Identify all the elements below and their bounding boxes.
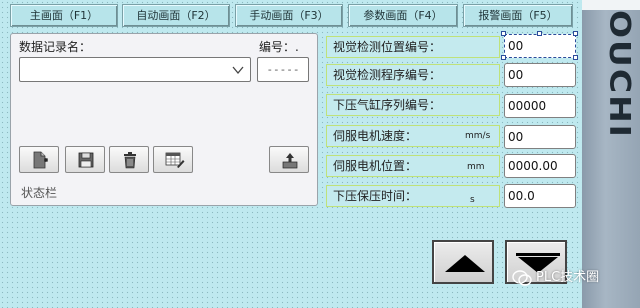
cylinder-sequence-field[interactable]: 00000 [504, 94, 576, 118]
upload-icon [282, 153, 298, 169]
edit-table-icon [165, 152, 185, 168]
servo-speed-field[interactable]: 00 [504, 125, 576, 149]
save-icon [78, 152, 94, 168]
edit-table-button[interactable] [153, 146, 193, 173]
param-label-vision-program: 视觉检测程序编号： [326, 64, 500, 86]
selection-handle[interactable] [573, 55, 578, 60]
record-name-combobox[interactable] [19, 57, 251, 82]
selection-handle[interactable] [501, 55, 506, 60]
param-label-vision-position: 视觉检测位置编号： [326, 36, 500, 58]
chevron-down-icon[interactable] [232, 64, 244, 76]
delete-icon [124, 152, 136, 169]
wechat-icon [512, 269, 532, 286]
tab-main[interactable]: 主画面（F1） [10, 4, 118, 27]
selection-handle[interactable] [537, 31, 542, 36]
data-record-panel: 数据记录名： 编号：. ----- 状态栏 [10, 33, 318, 206]
side-top-strip [582, 0, 640, 10]
servo-position-field[interactable]: 0000.00 [504, 154, 576, 178]
brand-text: OUCHI [602, 10, 637, 139]
selection-handle[interactable] [501, 31, 506, 36]
vision-program-field[interactable]: 00 [504, 63, 576, 87]
unit-mm-per-s: mm/s [465, 131, 491, 141]
hold-time-field[interactable]: 00.0 [504, 184, 576, 208]
tab-parameters[interactable]: 参数画面（F4） [348, 4, 458, 27]
record-name-label: 数据记录名： [19, 40, 92, 54]
watermark-text: PLC技术圈 [536, 270, 600, 285]
watermark: PLC技术圈 [512, 266, 599, 286]
delete-record-button[interactable] [109, 146, 149, 173]
record-number-label: 编号：. [259, 40, 299, 54]
status-bar-label: 状态栏 [21, 186, 58, 200]
tab-auto[interactable]: 自动画面（F2） [122, 4, 230, 27]
side-panel: OUCHI [582, 0, 640, 308]
upload-button[interactable] [269, 146, 309, 173]
tab-manual[interactable]: 手动画面（F3） [235, 4, 343, 27]
triangle-up-icon [445, 255, 485, 272]
unit-mm: mm [467, 162, 485, 172]
save-record-button[interactable] [65, 146, 105, 173]
tab-alarm[interactable]: 报警画面（F5） [463, 4, 573, 27]
page-up-button[interactable] [432, 240, 494, 284]
selection-handle[interactable] [573, 31, 578, 36]
param-label-cylinder-sequence: 下压气缸序列编号： [326, 94, 500, 116]
vision-position-field[interactable]: 00 [504, 34, 576, 58]
new-record-button[interactable] [19, 146, 59, 173]
unit-s: s [470, 195, 475, 205]
new-file-icon [33, 151, 48, 169]
record-number-field[interactable]: ----- [257, 57, 309, 82]
